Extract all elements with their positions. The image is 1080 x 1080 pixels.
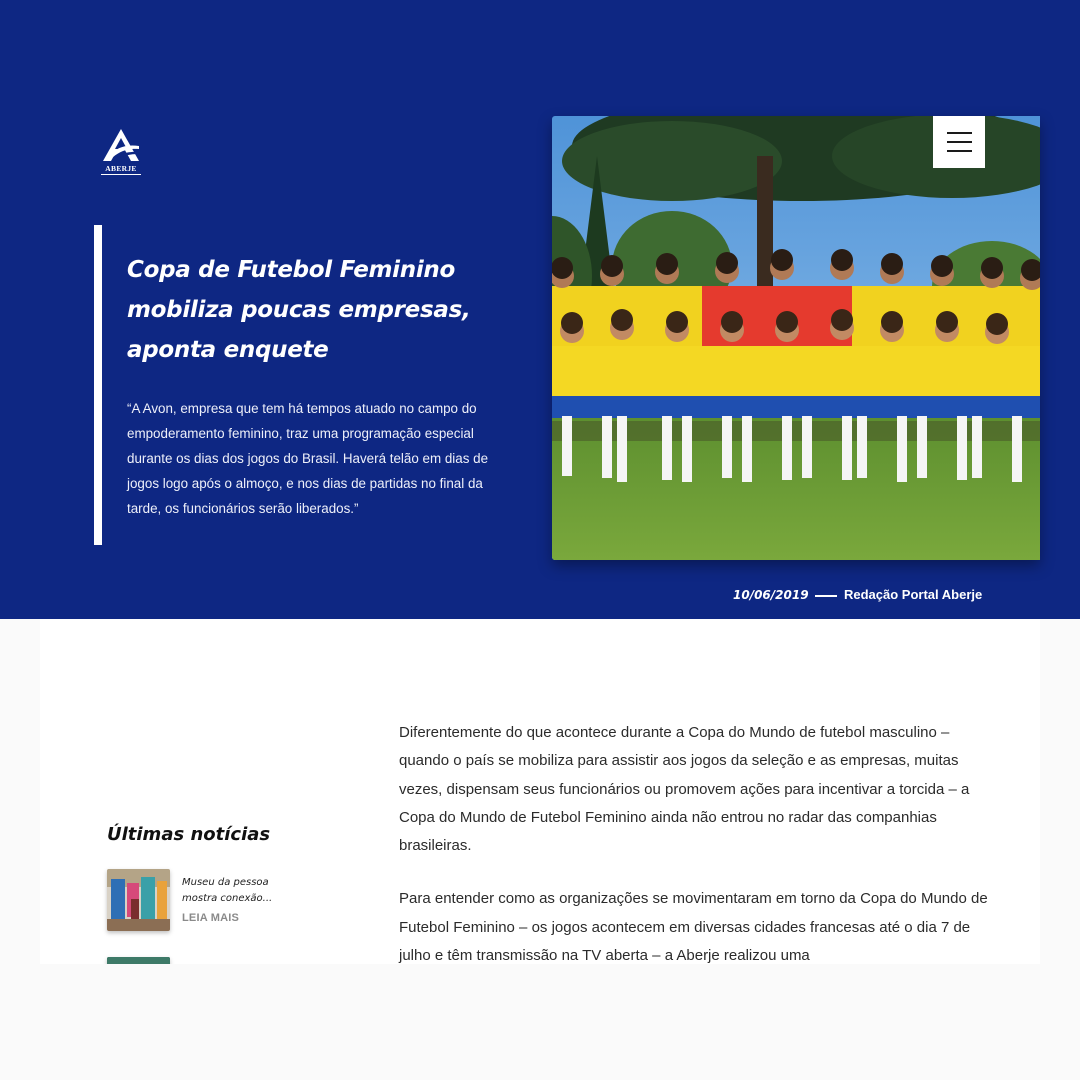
aberje-logo[interactable]: ABERJE — [101, 128, 141, 176]
article-headline: Copa de Futebol Feminino mobiliza poucas… — [127, 257, 471, 363]
article-paragraph: Para entender como as organizações se mo… — [399, 890, 988, 964]
meta-separator — [815, 595, 837, 597]
article-body: Diferentemente do que acontece durante a… — [399, 719, 999, 964]
hero-banner: ABERJE Copa de Futebol Feminino mobiliza… — [0, 0, 1080, 619]
latest-news-title: Últimas notícias — [107, 824, 271, 845]
logo-wordmark: ABERJE — [101, 164, 141, 175]
hamburger-menu-button[interactable] — [933, 116, 985, 168]
aberje-logo-icon — [103, 129, 139, 161]
news-thumbnail[interactable] — [107, 869, 170, 931]
publish-date: 10/06/2019 — [733, 588, 809, 602]
article-paragraph: Diferentemente do que acontece durante a… — [399, 724, 970, 855]
team-photo — [552, 116, 1040, 560]
content-section: Últimas notícias Museu da pessoa mostra … — [40, 619, 1040, 964]
read-more-link[interactable]: LEIA MAIS — [182, 912, 239, 924]
article-quote: “A Avon, empresa que tem há tempos atuad… — [127, 401, 489, 516]
news-item-title[interactable]: Museu da pessoa mostra conexão... — [182, 875, 292, 907]
headline-accent-bar — [94, 225, 102, 545]
news-thumbnail[interactable] — [107, 957, 170, 964]
author-name: Redação Portal Aberje — [844, 587, 983, 602]
